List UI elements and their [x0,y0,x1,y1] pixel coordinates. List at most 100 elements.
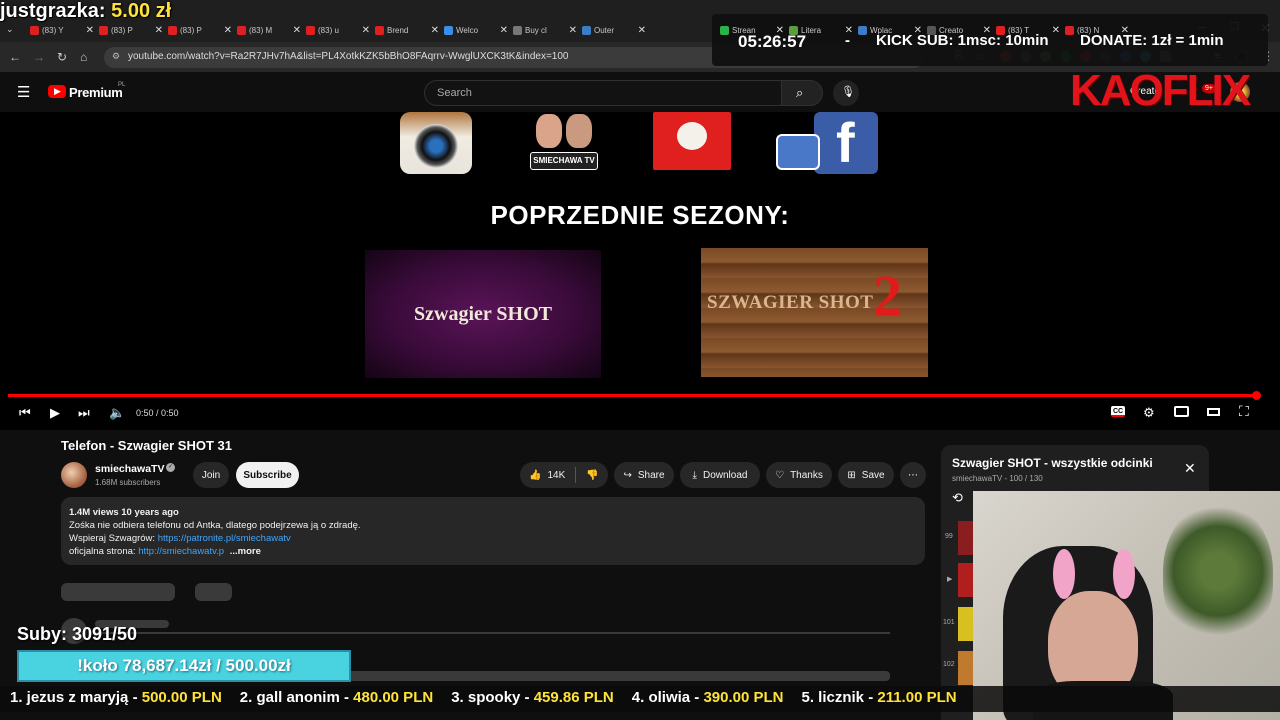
browser-tab[interactable]: (83) M ✕ [237,22,301,38]
progress-scrubber[interactable] [1252,391,1261,400]
save-button[interactable]: ⊞ Save [838,462,894,488]
video-time: 0:50 / 0:50 [136,408,179,418]
tab-favicon-icon [513,25,522,35]
close-tab-icon[interactable]: ✕ [362,25,370,36]
tab-label: Brend [387,25,409,35]
playlist-item-index[interactable]: 101 [943,619,955,626]
browser-tab[interactable]: (83) P ✕ [99,22,163,38]
tab-favicon-icon [1065,25,1074,35]
settings-gear-icon[interactable]: ⚙ [1143,405,1155,421]
channel-avatar[interactable] [61,462,87,488]
playlist-meta: smiechawaTV - 100 / 130 [952,474,1043,483]
next-icon[interactable]: ⏭ [78,405,90,421]
theater-mode-icon[interactable] [1207,408,1220,416]
bunny-ear [1053,549,1075,599]
subs-counter: Suby: 3091/50 [17,624,138,644]
close-tab-icon[interactable]: ✕ [569,25,577,36]
search-button[interactable]: ⌕ [781,80,823,106]
loading-skeleton [61,583,175,601]
bunny-ear [1113,549,1135,599]
close-tab-icon[interactable]: ✕ [714,25,715,36]
tab-label: Buy cl [525,25,547,35]
tab-favicon-icon [168,25,177,35]
facebook-like-icon: f [776,112,880,176]
donor-amount: 480.00 PLN [353,689,434,706]
donor-entry: 1. jezus z maryją - 500.00 PLN [10,689,222,706]
volume-icon[interactable]: 🔈 [109,405,125,421]
forward-icon[interactable]: → [33,50,45,64]
browser-tab[interactable]: Outer ✕ [582,22,646,38]
captions-icon[interactable]: CC [1111,406,1125,417]
site-info-icon[interactable]: ⚙ [112,51,120,62]
dislike-icon[interactable]: 👎 [586,470,598,481]
playlist-item-index[interactable]: ▶ [947,575,952,583]
show-more-button[interactable]: ...more [230,546,261,557]
close-tab-icon[interactable]: ✕ [86,25,94,36]
browser-tab[interactable]: Brend ✕ [375,22,439,38]
back-icon[interactable]: ← [9,50,21,64]
voice-search-button[interactable]: 🎙 [833,80,859,106]
like-icon[interactable]: 👍 [529,470,541,481]
playlist-thumbnail[interactable] [958,607,974,641]
tab-favicon-icon [375,25,384,35]
youtube-premium-logo[interactable]: Premium [69,85,123,100]
join-button[interactable]: Join [193,462,229,488]
play-icon[interactable]: ▶ [50,405,60,421]
miniplayer-icon[interactable] [1174,406,1189,417]
close-tab-icon[interactable]: ✕ [500,25,508,36]
microphone-icon: 🎙 [841,86,855,98]
tab-favicon-icon [582,25,591,35]
youtube-logo-icon[interactable]: ▶ [48,85,66,98]
close-tab-icon[interactable]: ✕ [1052,25,1060,36]
playlist-title[interactable]: Szwagier SHOT - wszystkie odcinki [952,456,1153,470]
subscribe-button[interactable]: Subscribe [236,462,299,488]
close-tab-icon[interactable]: ✕ [155,25,163,36]
patronite-link[interactable]: https://patronite.pl/smiechawatv [158,533,291,544]
close-tab-icon[interactable]: ✕ [224,25,232,36]
channel-name[interactable]: smiechawaTV [95,463,164,475]
browser-tab[interactable]: (83) Y ✕ [30,22,94,38]
close-tab-icon[interactable]: ✕ [431,25,439,36]
close-tab-icon[interactable]: ✕ [293,25,301,36]
close-playlist-icon[interactable]: ✕ [1184,460,1196,477]
subscriber-count: 1.68M subscribers [95,478,161,487]
search-input[interactable]: Search [424,80,782,106]
more-actions-button[interactable]: ⋯ [900,462,926,488]
playlist-thumbnail[interactable] [958,521,974,555]
download-icon: ⤓ [692,469,697,481]
tab-label: Welco [456,25,479,35]
browser-tab[interactable]: Welco ✕ [444,22,508,38]
url-text[interactable]: youtube.com/watch?v=Ra2R7JHv7hA&list=PL4… [128,51,569,62]
tab-label: (83) u [318,25,339,35]
loop-icon[interactable]: ⟲ [952,490,963,506]
browser-tab[interactable]: Buy cl ✕ [513,22,577,38]
hamburger-menu-icon[interactable]: ☰ [17,83,30,101]
fullscreen-icon[interactable]: ⛶ [1239,403,1249,420]
website-link[interactable]: http://smiechawatv.p [138,546,224,557]
playlist-thumbnail[interactable] [958,651,974,685]
save-playlist-icon: ⊞ [847,469,856,481]
thanks-button[interactable]: ♡ Thanks [766,462,832,488]
loading-skeleton [95,632,890,634]
previous-icon[interactable]: ⏮ [19,405,31,421]
video-progress-bar[interactable] [8,394,1258,397]
like-dislike-group: 👍 14K 👎 [520,462,608,488]
like-count[interactable]: 14K [547,470,565,481]
tab-search-icon[interactable]: ⌄ [6,24,14,35]
download-button[interactable]: ⤓ Download [680,462,760,488]
browser-tab[interactable]: search✕ [714,22,715,38]
browser-tab[interactable]: (83) P ✕ [168,22,232,38]
reload-icon[interactable]: ↻ [57,50,67,64]
home-icon[interactable]: ⌂ [80,50,87,64]
close-tab-icon[interactable]: ✕ [638,25,646,36]
playlist-item-index[interactable]: 99 [945,533,953,540]
instagram-logo-icon [400,112,472,174]
playlist-thumbnail[interactable] [958,563,974,597]
playlist-item-index[interactable]: 102 [943,661,955,668]
video-player[interactable]: SMIECHAWA TV f POPRZEDNIE SEZONY: Szwagi… [0,112,1280,430]
browser-tab[interactable]: (83) u ✕ [306,22,370,38]
tab-favicon-icon [858,25,867,35]
donor-entry: 5. licznik - 211.00 PLN [802,689,957,706]
share-button[interactable]: ↪ Share [614,462,674,488]
last-donation: justgrazka: 5.00 zł [0,0,172,22]
